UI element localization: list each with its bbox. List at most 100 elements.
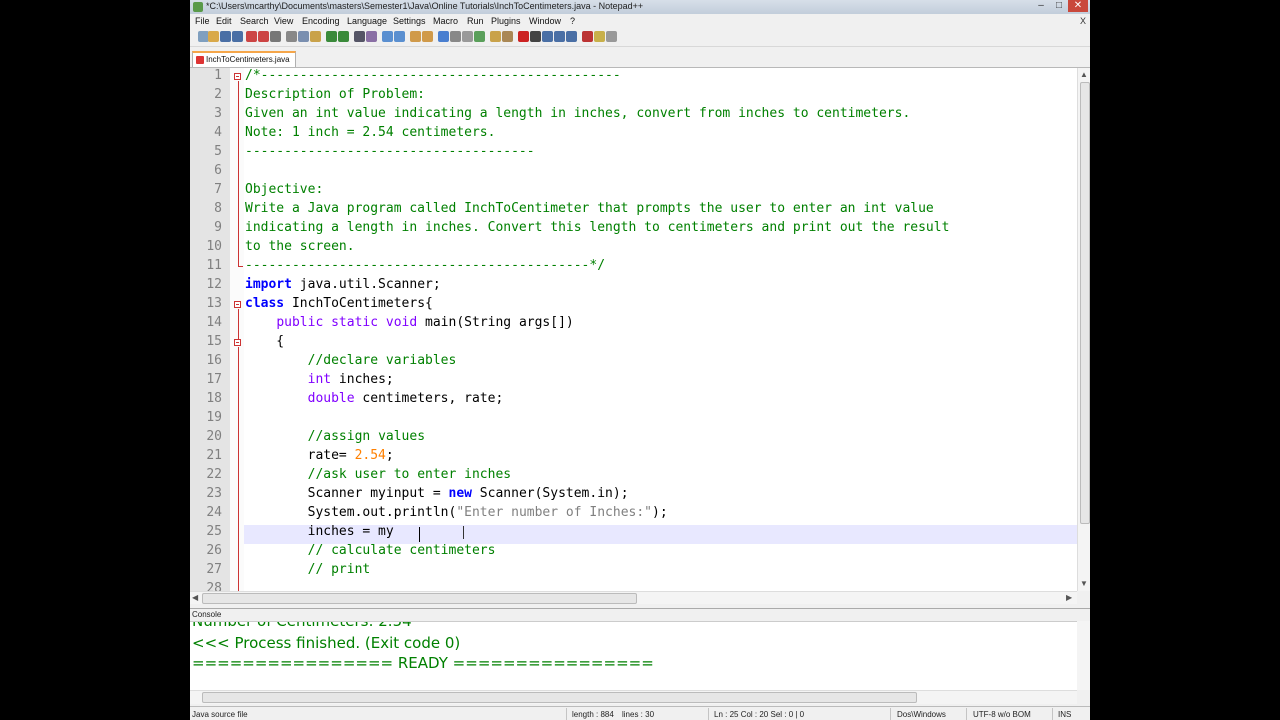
find-icon[interactable] (354, 31, 365, 42)
ibeam-cursor-icon (463, 526, 469, 539)
line-number: 23 (206, 486, 222, 501)
line-number: 24 (206, 505, 222, 520)
console-output[interactable]: Number of Centimeters: 2.54 <<< Process … (190, 621, 1077, 691)
fold-line (238, 81, 239, 266)
close-icon[interactable] (246, 31, 257, 42)
sync-h-icon[interactable] (422, 31, 433, 42)
scroll-down-icon[interactable]: ▼ (1080, 579, 1088, 588)
copy-icon[interactable] (298, 31, 309, 42)
plugin-b-icon[interactable] (606, 31, 617, 42)
code-line: Description of Problem: (245, 87, 425, 102)
code-editor[interactable]: 1 2 3 4 5 6 7 8 9 10 11 12 13 14 15 16 17 18 19 20 21 22 23 24 2… (190, 68, 1077, 591)
print-icon[interactable] (270, 31, 281, 42)
close-document-button[interactable]: X (1080, 16, 1086, 26)
status-eol: Dos\Windows (897, 710, 946, 719)
title-bar[interactable]: *C:\Users\mcarthy\Documents\masters\Seme… (190, 0, 1090, 14)
code-line: Scanner myinput = new Scanner(System.in)… (245, 486, 629, 501)
fold-toggle-icon[interactable] (234, 301, 241, 308)
save-icon[interactable] (220, 31, 231, 42)
open-file-icon[interactable] (208, 31, 219, 42)
console-vertical-scrollbar[interactable] (1077, 621, 1090, 690)
user-lang-icon[interactable] (474, 31, 485, 42)
code-line: public static void main(String args[]) (245, 315, 573, 330)
fold-toggle-icon[interactable] (234, 339, 241, 346)
undo-icon[interactable] (326, 31, 337, 42)
line-number: 26 (206, 543, 222, 558)
code-line: // print (245, 562, 371, 577)
editor-vertical-scroll-thumb[interactable] (1080, 82, 1090, 524)
console-horizontal-scroll-thumb[interactable] (202, 692, 917, 703)
line-number: 14 (206, 315, 222, 330)
menu-file[interactable]: File (195, 16, 210, 26)
menu-settings[interactable]: Settings (393, 16, 426, 26)
sync-v-icon[interactable] (410, 31, 421, 42)
menu-search[interactable]: Search (240, 16, 269, 26)
fold-toggle-icon[interactable] (234, 73, 241, 80)
code-token: int (307, 372, 332, 387)
record-macro-icon[interactable] (518, 31, 529, 42)
paste-icon[interactable] (310, 31, 321, 42)
doc-map-icon[interactable] (490, 31, 501, 42)
maximize-button[interactable]: □ (1050, 0, 1068, 12)
editor-vertical-scrollbar[interactable]: ▲ ▼ (1077, 68, 1090, 591)
menu-plugins[interactable]: Plugins (491, 16, 521, 26)
console-line: <<< Process finished. (Exit code 0) (192, 634, 461, 652)
line-number: 12 (206, 277, 222, 292)
menu-help[interactable]: ? (570, 16, 575, 26)
line-number: 6 (214, 163, 222, 178)
line-number: 10 (206, 239, 222, 254)
notepad-app-icon (193, 2, 203, 12)
status-insert-mode: INS (1058, 710, 1072, 719)
save-all-icon[interactable] (232, 31, 243, 42)
code-token: { (245, 334, 285, 349)
code-token: Note: 1 inch = 2.54 centimeters. (245, 125, 496, 140)
wrap-icon[interactable] (438, 31, 449, 42)
console-title: Console (192, 610, 222, 619)
console-horizontal-scrollbar[interactable] (190, 690, 1077, 704)
replace-icon[interactable] (366, 31, 377, 42)
code-line: ------------------------------------- (245, 144, 535, 159)
menu-run[interactable]: Run (467, 16, 484, 26)
plugin-a-icon[interactable] (594, 31, 605, 42)
show-all-chars-icon[interactable] (450, 31, 461, 42)
editor-horizontal-scrollbar[interactable]: ◀ ▶ (190, 591, 1077, 604)
fold-end (238, 266, 243, 267)
zoom-in-icon[interactable] (382, 31, 393, 42)
run-icon[interactable] (582, 31, 593, 42)
play-multi-icon[interactable] (554, 31, 565, 42)
menu-view[interactable]: View (274, 16, 293, 26)
code-token: //assign values (307, 429, 426, 444)
close-window-button[interactable]: ✕ (1068, 0, 1088, 12)
menu-encoding[interactable]: Encoding (302, 16, 340, 26)
menu-edit[interactable]: Edit (216, 16, 232, 26)
close-all-icon[interactable] (258, 31, 269, 42)
menu-window[interactable]: Window (529, 16, 561, 26)
func-list-icon[interactable] (502, 31, 513, 42)
cut-icon[interactable] (286, 31, 297, 42)
code-line: //assign values (245, 429, 425, 444)
minimize-button[interactable]: – (1032, 0, 1050, 12)
scroll-right-icon[interactable]: ▶ (1066, 593, 1072, 602)
save-macro-icon[interactable] (566, 31, 577, 42)
status-separator (890, 708, 891, 720)
indent-guide-icon[interactable] (462, 31, 473, 42)
editor-horizontal-scroll-thumb[interactable] (202, 593, 637, 604)
menu-language[interactable]: Language (347, 16, 387, 26)
tab-inchtocentimeters-java[interactable]: InchToCentimeters.java (192, 51, 296, 67)
code-line: class InchToCentimeters{ (245, 296, 433, 311)
zoom-out-icon[interactable] (394, 31, 405, 42)
menu-macro[interactable]: Macro (433, 16, 458, 26)
toolbar (190, 28, 1090, 47)
redo-icon[interactable] (338, 31, 349, 42)
scroll-up-icon[interactable]: ▲ (1080, 70, 1088, 79)
stop-macro-icon[interactable] (530, 31, 541, 42)
scroll-left-icon[interactable]: ◀ (192, 593, 198, 602)
line-number: 1 (214, 68, 222, 83)
play-macro-icon[interactable] (542, 31, 553, 42)
code-line: to the screen. (245, 239, 355, 254)
line-number: 3 (214, 106, 222, 121)
code-token: Scanner(System.in); (471, 486, 629, 501)
